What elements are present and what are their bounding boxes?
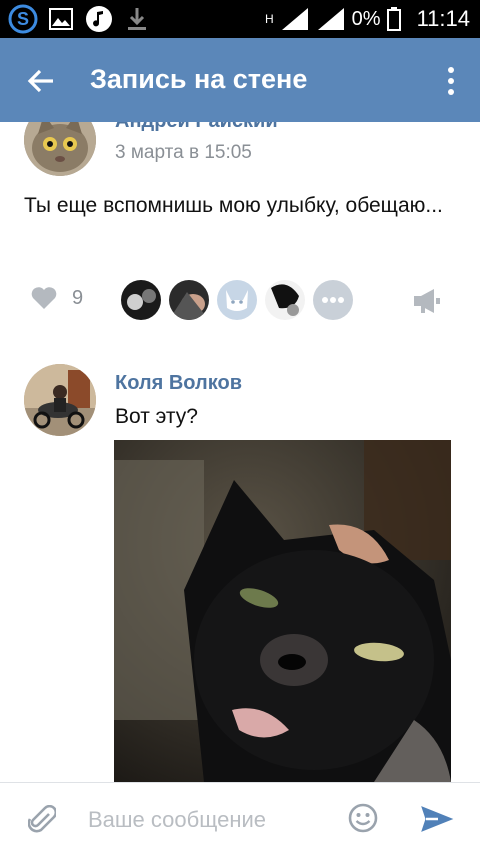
- message-input[interactable]: Ваше сообщение: [88, 807, 266, 833]
- likes-count: 9: [72, 286, 84, 309]
- comment-author-name[interactable]: Коля Волков: [115, 372, 242, 395]
- message-composer: Ваше сообщение: [0, 782, 480, 854]
- signal-icon: [281, 8, 308, 30]
- comment-author-avatar[interactable]: [24, 364, 96, 436]
- heart-icon: [31, 287, 57, 309]
- emoji-icon[interactable]: [348, 803, 378, 833]
- more-likers-icon[interactable]: [313, 280, 353, 320]
- more-vertical-icon[interactable]: [446, 66, 456, 96]
- liker-avatar[interactable]: [121, 280, 161, 320]
- battery-percent: 0%: [351, 7, 381, 30]
- page-title: Запись на стене: [90, 64, 308, 94]
- liker-avatar[interactable]: [169, 280, 209, 320]
- send-icon[interactable]: [420, 805, 454, 833]
- battery-icon: [386, 7, 401, 31]
- share-megaphone-icon[interactable]: [412, 288, 440, 314]
- music-icon: [84, 4, 114, 34]
- back-arrow-icon[interactable]: [26, 66, 56, 96]
- svg-text:S: S: [17, 9, 29, 29]
- post-date: 3 марта в 15:05: [115, 142, 252, 163]
- app-bar: Запись на стене: [0, 38, 480, 122]
- network-type-label: H: [265, 12, 274, 26]
- comment-text: Вот эту?: [115, 405, 198, 428]
- liker-avatar[interactable]: [265, 280, 305, 320]
- download-icon: [122, 4, 152, 34]
- status-bar: S H 0% 11:14: [0, 0, 480, 38]
- post-text: Ты еще вспомнишь мою улыбку, обещаю...: [24, 194, 443, 217]
- like-button[interactable]: 9: [30, 286, 83, 310]
- s-app-icon: S: [8, 4, 38, 34]
- clock: 11:14: [416, 6, 470, 31]
- paperclip-icon[interactable]: [28, 805, 56, 835]
- liker-avatar[interactable]: [217, 280, 257, 320]
- comment-photo[interactable]: [114, 440, 451, 782]
- signal-icon: [317, 8, 344, 30]
- gallery-icon: [46, 4, 76, 34]
